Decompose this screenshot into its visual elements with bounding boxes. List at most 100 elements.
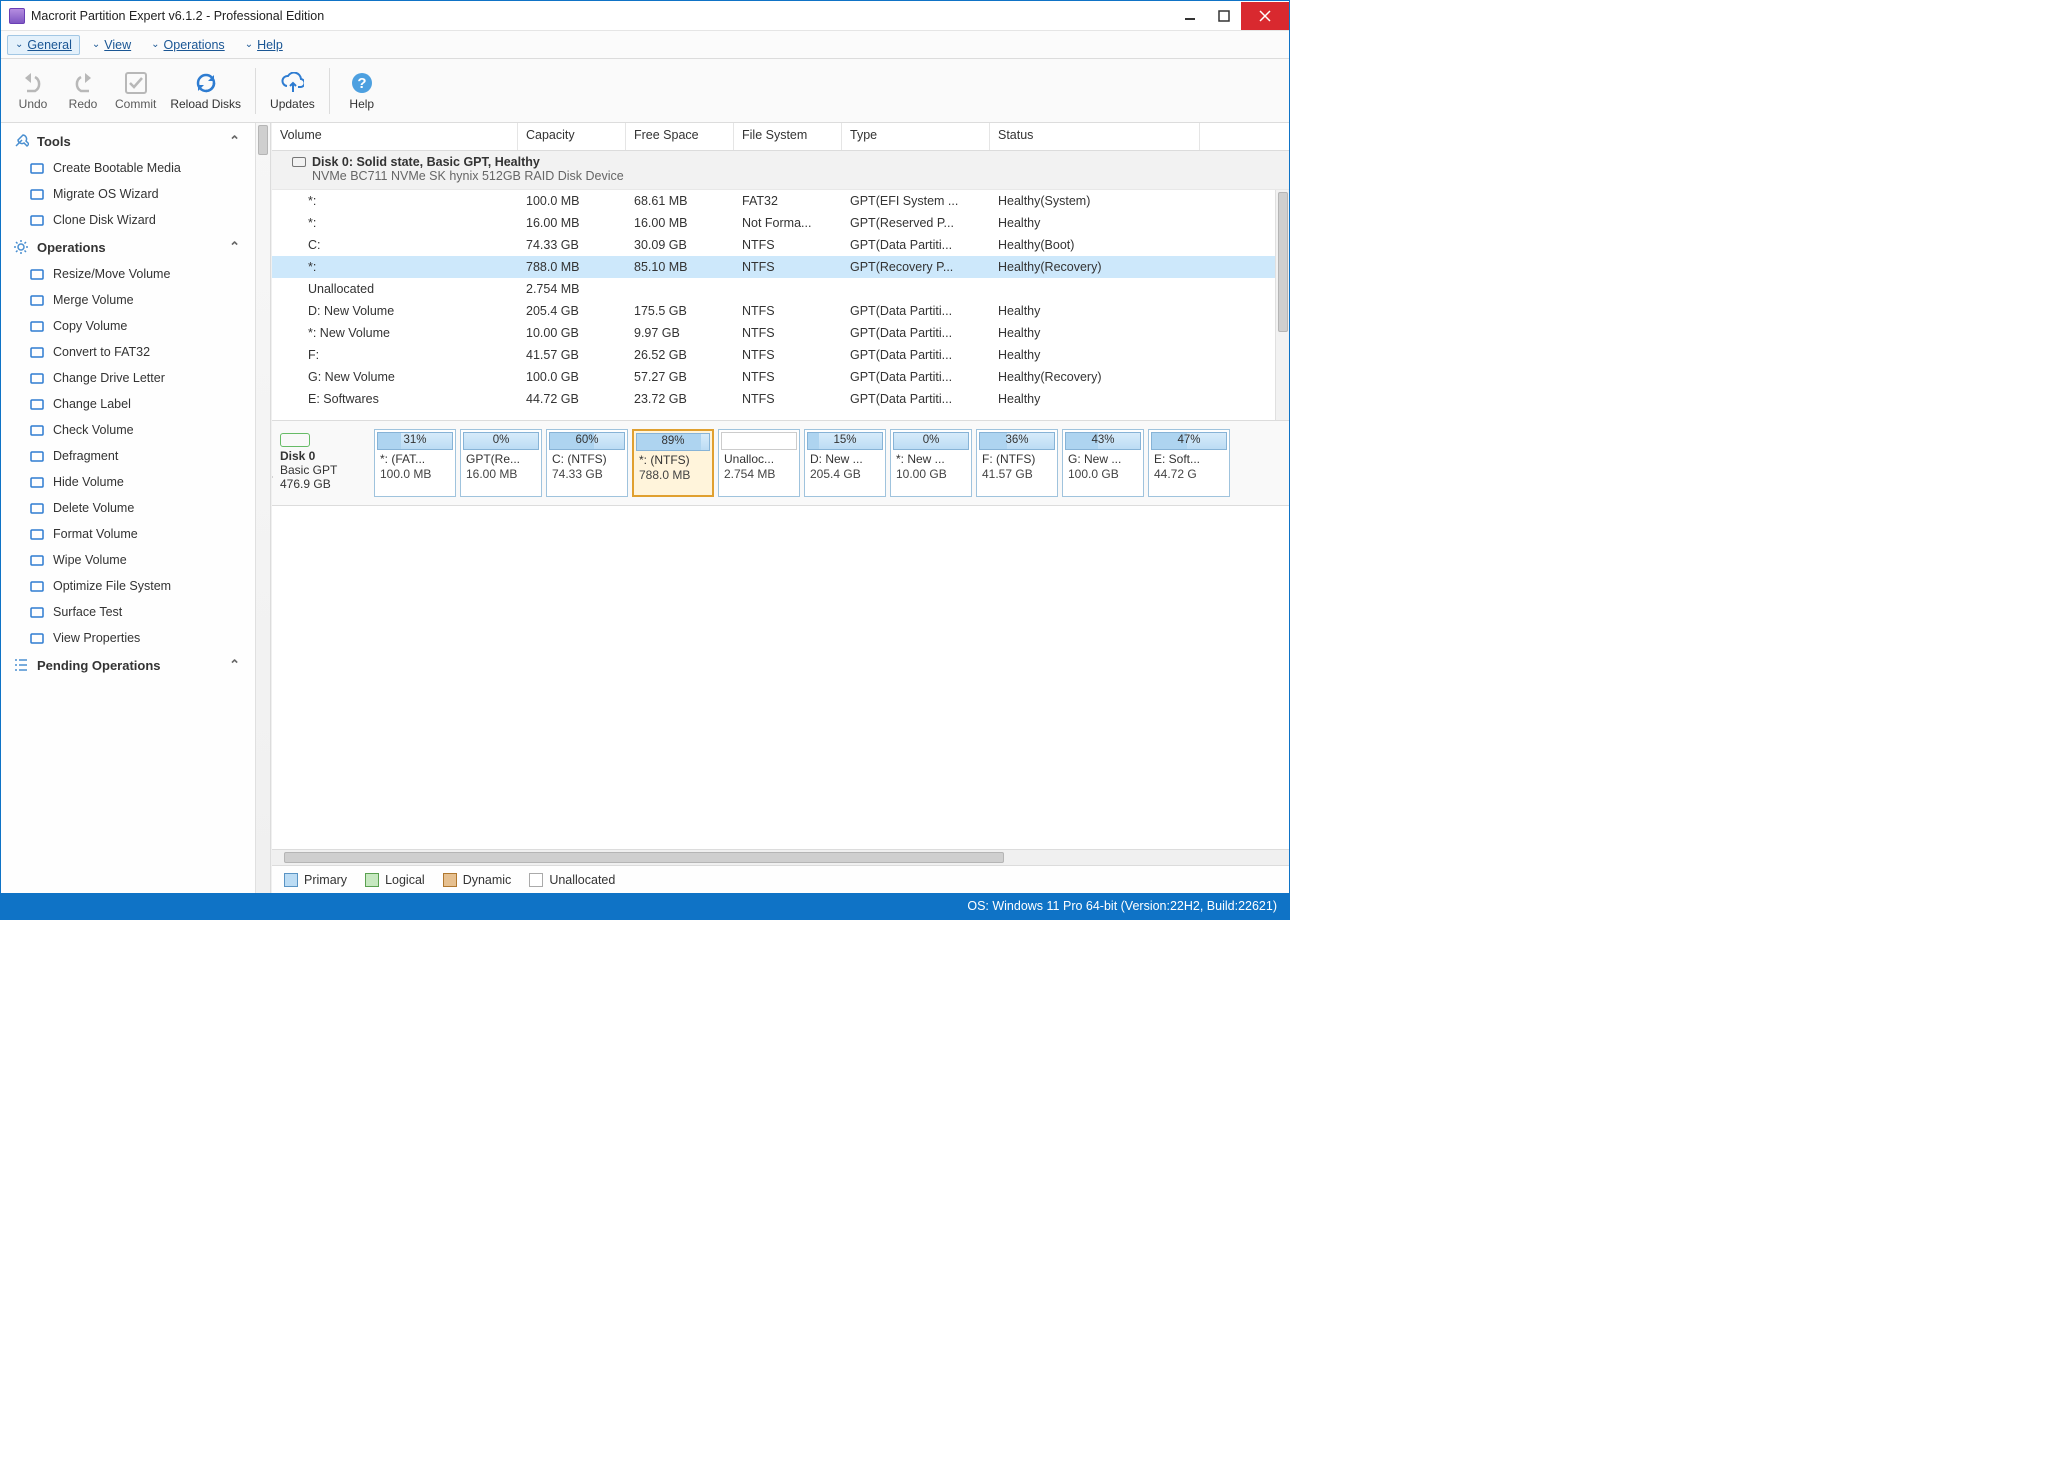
sidebar-item[interactable]: Hide Volume bbox=[1, 469, 270, 495]
volume-row[interactable]: F: 41.57 GB 26.52 GB NTFS GPT(Data Parti… bbox=[272, 344, 1275, 366]
disk-icon bbox=[280, 433, 310, 447]
reload-disks-button[interactable]: Reload Disks bbox=[164, 62, 247, 120]
sidebar-item[interactable]: Change Label bbox=[1, 391, 270, 417]
sidebar-item[interactable]: Check Volume bbox=[1, 417, 270, 443]
resize-icon bbox=[29, 266, 45, 282]
volume-row[interactable]: E: Softwares 44.72 GB 23.72 GB NTFS GPT(… bbox=[272, 388, 1275, 410]
disk-segment[interactable]: 60% C: (NTFS) 74.33 GB bbox=[546, 429, 628, 497]
chevron-up-icon: ⌃ bbox=[229, 239, 258, 255]
convert-icon bbox=[29, 344, 45, 360]
col-status[interactable]: Status bbox=[990, 123, 1200, 150]
sidebar-item[interactable]: Optimize File System bbox=[1, 573, 270, 599]
statusbar: OS: Windows 11 Pro 64-bit (Version:22H2,… bbox=[1, 893, 1289, 919]
usage-bar: 89% bbox=[636, 433, 710, 451]
sidebar-item[interactable]: Merge Volume bbox=[1, 287, 270, 313]
vertical-scrollbar[interactable] bbox=[1275, 190, 1289, 420]
disk-segment[interactable]: 0% *: New ... 10.00 GB bbox=[890, 429, 972, 497]
close-button[interactable] bbox=[1241, 2, 1289, 30]
sidebar-item[interactable]: Migrate OS Wizard bbox=[1, 181, 270, 207]
volume-list: *: 100.0 MB 68.61 MB FAT32 GPT(EFI Syste… bbox=[272, 190, 1275, 420]
usage-bar: 36% bbox=[979, 432, 1055, 450]
commit-button[interactable]: Commit bbox=[109, 62, 162, 120]
sidebar-item[interactable]: Surface Test bbox=[1, 599, 270, 625]
disk-group-header[interactable]: Disk 0: Solid state, Basic GPT, Healthy … bbox=[272, 151, 1289, 190]
volume-row[interactable]: *: 16.00 MB 16.00 MB Not Forma... GPT(Re… bbox=[272, 212, 1275, 234]
pending-section-header[interactable]: Pending Operations ⌃ bbox=[1, 651, 270, 679]
col-free[interactable]: Free Space bbox=[626, 123, 734, 150]
minimize-button[interactable] bbox=[1173, 2, 1207, 30]
sidebar-item[interactable]: Defragment bbox=[1, 443, 270, 469]
toolbar-separator bbox=[329, 68, 330, 114]
undo-icon bbox=[21, 71, 45, 95]
sidebar-item[interactable]: Delete Volume bbox=[1, 495, 270, 521]
sidebar-item[interactable]: Copy Volume bbox=[1, 313, 270, 339]
undo-button[interactable]: Undo bbox=[9, 62, 57, 120]
disk-segment[interactable]: 36% F: (NTFS) 41.57 GB bbox=[976, 429, 1058, 497]
horizontal-scrollbar[interactable] bbox=[272, 849, 1289, 865]
disk-segment[interactable]: 43% G: New ... 100.0 GB bbox=[1062, 429, 1144, 497]
window-title: Macrorit Partition Expert v6.1.2 - Profe… bbox=[31, 9, 1173, 23]
scrollbar-thumb[interactable] bbox=[258, 125, 268, 155]
sidebar-item[interactable]: View Properties bbox=[1, 625, 270, 651]
maximize-button[interactable] bbox=[1207, 2, 1241, 30]
sidebar-item-label: Defragment bbox=[53, 449, 118, 463]
col-type[interactable]: Type bbox=[842, 123, 990, 150]
sidebar-item[interactable]: Format Volume bbox=[1, 521, 270, 547]
menu-general[interactable]: ⌄General bbox=[7, 35, 80, 55]
volume-row[interactable]: G: New Volume 100.0 GB 57.27 GB NTFS GPT… bbox=[272, 366, 1275, 388]
usage-bar: 60% bbox=[549, 432, 625, 450]
titlebar: Macrorit Partition Expert v6.1.2 - Profe… bbox=[1, 1, 1289, 31]
cloud-upload-icon bbox=[280, 71, 304, 95]
disk-segment[interactable]: 47% E: Soft... 44.72 G bbox=[1148, 429, 1230, 497]
sidebar-item-label: Format Volume bbox=[53, 527, 138, 541]
scrollbar-thumb[interactable] bbox=[284, 852, 1004, 863]
volume-row[interactable]: ..... bbox=[272, 410, 1275, 420]
menubar: ⌄General ⌄View ⌄Operations ⌄Help bbox=[1, 31, 1289, 59]
usage-bar: 0% bbox=[893, 432, 969, 450]
sidebar-item-label: Create Bootable Media bbox=[53, 161, 181, 175]
format-icon bbox=[29, 526, 45, 542]
redo-button[interactable]: Redo bbox=[59, 62, 107, 120]
updates-button[interactable]: Updates bbox=[264, 62, 321, 120]
tools-section-header[interactable]: Tools ⌃ bbox=[1, 127, 270, 155]
sidebar-item-label: Optimize File System bbox=[53, 579, 171, 593]
sidebar-item[interactable]: Create Bootable Media bbox=[1, 155, 270, 181]
chevron-up-icon: ⌃ bbox=[229, 133, 258, 149]
operations-section-header[interactable]: Operations ⌃ bbox=[1, 233, 270, 261]
volume-row[interactable]: Unallocated 2.754 MB bbox=[272, 278, 1275, 300]
usage-bar: 15% bbox=[807, 432, 883, 450]
col-volume[interactable]: Volume bbox=[272, 123, 518, 150]
menu-help[interactable]: ⌄Help bbox=[237, 35, 291, 55]
usage-bar: 43% bbox=[1065, 432, 1141, 450]
volume-row[interactable]: C: 74.33 GB 30.09 GB NTFS GPT(Data Parti… bbox=[272, 234, 1275, 256]
sidebar-item[interactable]: Resize/Move Volume bbox=[1, 261, 270, 287]
disk-segment[interactable]: 0% GPT(Re... 16.00 MB bbox=[460, 429, 542, 497]
col-fs[interactable]: File System bbox=[734, 123, 842, 150]
sidebar-item-label: Wipe Volume bbox=[53, 553, 127, 567]
disk-segment[interactable]: 15% D: New ... 205.4 GB bbox=[804, 429, 886, 497]
menu-operations[interactable]: ⌄Operations bbox=[143, 35, 233, 55]
disk-segment[interactable]: 31% *: (FAT... 100.0 MB bbox=[374, 429, 456, 497]
sidebar-item[interactable]: Clone Disk Wizard bbox=[1, 207, 270, 233]
redo-icon bbox=[71, 71, 95, 95]
splitter-grip[interactable]: ⋮ bbox=[271, 463, 272, 491]
disk-segment[interactable]: Unalloc... 2.754 MB bbox=[718, 429, 800, 497]
volume-row[interactable]: *: 788.0 MB 85.10 MB NTFS GPT(Recovery P… bbox=[272, 256, 1275, 278]
help-button[interactable]: ?Help bbox=[338, 62, 386, 120]
volume-row[interactable]: *: 100.0 MB 68.61 MB FAT32 GPT(EFI Syste… bbox=[272, 190, 1275, 212]
disk-map-label[interactable]: Disk 0 Basic GPT 476.9 GB bbox=[278, 429, 370, 497]
col-capacity[interactable]: Capacity bbox=[518, 123, 626, 150]
unallocated-swatch bbox=[529, 873, 543, 887]
sidebar-item[interactable]: Convert to FAT32 bbox=[1, 339, 270, 365]
scrollbar-thumb[interactable] bbox=[1278, 192, 1288, 332]
sidebar-item[interactable]: Change Drive Letter bbox=[1, 365, 270, 391]
disk-segment[interactable]: 89% *: (NTFS) 788.0 MB bbox=[632, 429, 714, 497]
chevron-down-icon: ⌄ bbox=[15, 39, 23, 50]
gear-icon bbox=[13, 239, 29, 255]
volume-row[interactable]: D: New Volume 205.4 GB 175.5 GB NTFS GPT… bbox=[272, 300, 1275, 322]
sidebar-item[interactable]: Wipe Volume bbox=[1, 547, 270, 573]
menu-view[interactable]: ⌄View bbox=[84, 35, 139, 55]
volume-row[interactable]: *: New Volume 10.00 GB 9.97 GB NTFS GPT(… bbox=[272, 322, 1275, 344]
help-icon: ? bbox=[350, 71, 374, 95]
toolbar: Undo Redo Commit Reload Disks Updates ?H… bbox=[1, 59, 1289, 123]
